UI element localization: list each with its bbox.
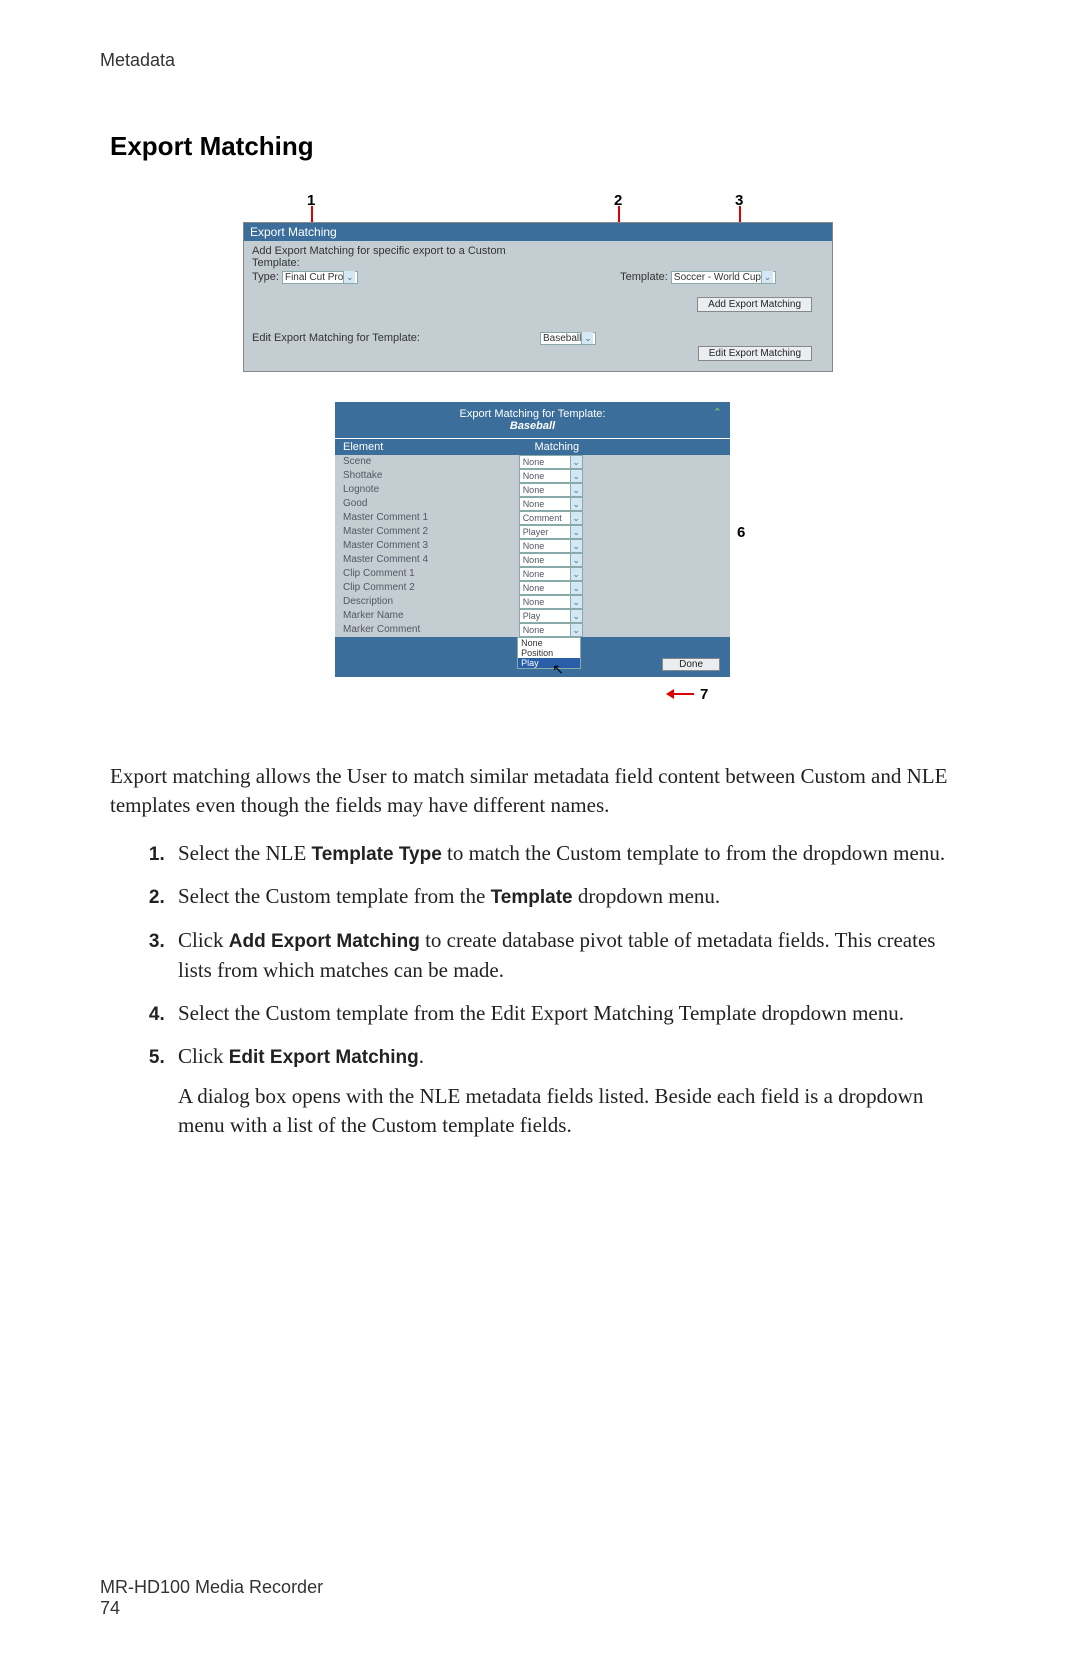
edit-template-select[interactable]: Baseball⌄ bbox=[540, 332, 596, 345]
instruction-step: Select the NLE Template Type to match th… bbox=[170, 839, 970, 869]
matching-select[interactable]: None⌄ bbox=[519, 581, 583, 595]
type-select[interactable]: Final Cut Pro⌄ bbox=[282, 271, 358, 284]
table-row: Master Comment 1Comment⌄ bbox=[335, 511, 730, 525]
page-footer: MR-HD100 Media Recorder 74 bbox=[100, 1577, 323, 1619]
element-label: Scene bbox=[335, 455, 517, 469]
table-row: SceneNone⌄ bbox=[335, 455, 730, 469]
page-running-header: Metadata bbox=[100, 50, 980, 71]
instruction-step: Click Add Export Matching to create data… bbox=[170, 926, 970, 985]
element-label: Description bbox=[335, 595, 517, 609]
dialog-table-header: Element Matching bbox=[335, 438, 730, 455]
table-row: ShottakeNone⌄ bbox=[335, 469, 730, 483]
table-row: Marker CommentNone⌄ bbox=[335, 623, 730, 637]
table-row: Master Comment 2Player⌄ bbox=[335, 525, 730, 539]
export-matching-dialog: Export Matching for Template: Baseball ⌃… bbox=[335, 402, 730, 677]
intro-paragraph: Export matching allows the User to match… bbox=[110, 762, 970, 821]
element-label: Master Comment 3 bbox=[335, 539, 517, 553]
arrow-7 bbox=[672, 693, 694, 695]
matching-select[interactable]: Player⌄ bbox=[519, 525, 583, 539]
element-label: Clip Comment 1 bbox=[335, 567, 517, 581]
instruction-step: Select the Custom template from the Edit… bbox=[170, 999, 970, 1028]
callout-7: 7 bbox=[700, 686, 708, 703]
option-item[interactable]: Position bbox=[518, 648, 580, 658]
type-label: Type: bbox=[252, 271, 279, 283]
table-row: LognoteNone⌄ bbox=[335, 483, 730, 497]
dialog-title: Export Matching for Template: Baseball ⌃ bbox=[335, 402, 730, 438]
matching-select[interactable]: None⌄ bbox=[519, 553, 583, 567]
chevron-down-icon: ⌄ bbox=[343, 271, 355, 283]
table-row: Clip Comment 1None⌄ bbox=[335, 567, 730, 581]
add-instruction-text: Add Export Matching for specific export … bbox=[252, 245, 552, 269]
matching-select[interactable]: Comment⌄ bbox=[519, 511, 583, 525]
template-label: Template: bbox=[620, 271, 668, 283]
chevron-down-icon: ⌄ bbox=[570, 540, 582, 552]
table-row: DescriptionNone⌄ bbox=[335, 595, 730, 609]
chevron-down-icon: ⌄ bbox=[570, 624, 582, 636]
matching-select[interactable]: None⌄ bbox=[519, 469, 583, 483]
instruction-step: Select the Custom template from the Temp… bbox=[170, 882, 970, 912]
column-element: Element bbox=[335, 439, 533, 455]
chevron-down-icon: ⌄ bbox=[570, 526, 582, 538]
edit-export-matching-button[interactable]: Edit Export Matching bbox=[698, 346, 812, 361]
template-select[interactable]: Soccer - World Cup⌄ bbox=[671, 271, 776, 284]
table-row: Clip Comment 2None⌄ bbox=[335, 581, 730, 595]
element-label: Good bbox=[335, 497, 517, 511]
chevron-down-icon: ⌄ bbox=[570, 596, 582, 608]
table-row: Master Comment 4None⌄ bbox=[335, 553, 730, 567]
element-label: Clip Comment 2 bbox=[335, 581, 517, 595]
collapse-icon[interactable]: ⌃ bbox=[713, 406, 722, 419]
element-label: Master Comment 2 bbox=[335, 525, 517, 539]
matching-select[interactable]: None⌄ bbox=[519, 455, 583, 469]
matching-options-popup[interactable]: NonePositionPlay bbox=[517, 637, 581, 669]
chevron-down-icon: ⌄ bbox=[570, 456, 582, 468]
figure-export-matching: 1 2 3 4 5 6 7 Export Matching Add Export… bbox=[235, 192, 845, 722]
matching-select[interactable]: None⌄ bbox=[519, 595, 583, 609]
element-label: Master Comment 4 bbox=[335, 553, 517, 567]
footer-page-number: 74 bbox=[100, 1598, 323, 1619]
element-label: Shottake bbox=[335, 469, 517, 483]
matching-select[interactable]: None⌄ bbox=[519, 567, 583, 581]
done-button[interactable]: Done bbox=[662, 658, 720, 671]
column-matching: Matching bbox=[533, 439, 731, 455]
edit-export-label: Edit Export Matching for Template: bbox=[252, 332, 420, 344]
chevron-down-icon: ⌄ bbox=[570, 582, 582, 594]
matching-select[interactable]: None⌄ bbox=[519, 483, 583, 497]
matching-select[interactable]: None⌄ bbox=[519, 497, 583, 511]
option-item[interactable]: Play bbox=[518, 658, 580, 668]
matching-select[interactable]: Play⌄ bbox=[519, 609, 583, 623]
panel-title-bar: Export Matching bbox=[244, 223, 832, 241]
chevron-down-icon: ⌄ bbox=[581, 332, 593, 344]
callout-6: 6 bbox=[737, 524, 745, 541]
element-label: Lognote bbox=[335, 483, 517, 497]
chevron-down-icon: ⌄ bbox=[761, 271, 773, 283]
cursor-icon: ↖ bbox=[552, 661, 564, 678]
chevron-down-icon: ⌄ bbox=[570, 498, 582, 510]
chevron-down-icon: ⌄ bbox=[570, 610, 582, 622]
instruction-step: Click Edit Export Matching.A dialog box … bbox=[170, 1042, 970, 1140]
table-row: GoodNone⌄ bbox=[335, 497, 730, 511]
chevron-down-icon: ⌄ bbox=[570, 568, 582, 580]
footer-product: MR-HD100 Media Recorder bbox=[100, 1577, 323, 1598]
export-matching-form: Export Matching Add Export Matching for … bbox=[243, 222, 833, 372]
instruction-text: Export matching allows the User to match… bbox=[110, 762, 970, 1141]
add-export-matching-button[interactable]: Add Export Matching bbox=[697, 297, 812, 312]
option-item[interactable]: None bbox=[518, 638, 580, 648]
table-row: Master Comment 3None⌄ bbox=[335, 539, 730, 553]
element-label: Marker Name bbox=[335, 609, 517, 623]
chevron-down-icon: ⌄ bbox=[570, 512, 582, 524]
chevron-down-icon: ⌄ bbox=[570, 470, 582, 482]
matching-select[interactable]: None⌄ bbox=[519, 623, 583, 637]
chevron-down-icon: ⌄ bbox=[570, 484, 582, 496]
section-title: Export Matching bbox=[110, 131, 980, 162]
chevron-down-icon: ⌄ bbox=[570, 554, 582, 566]
element-label: Master Comment 1 bbox=[335, 511, 517, 525]
element-label: Marker Comment bbox=[335, 623, 517, 637]
matching-select[interactable]: None⌄ bbox=[519, 539, 583, 553]
table-row: Marker NamePlay⌄ bbox=[335, 609, 730, 623]
